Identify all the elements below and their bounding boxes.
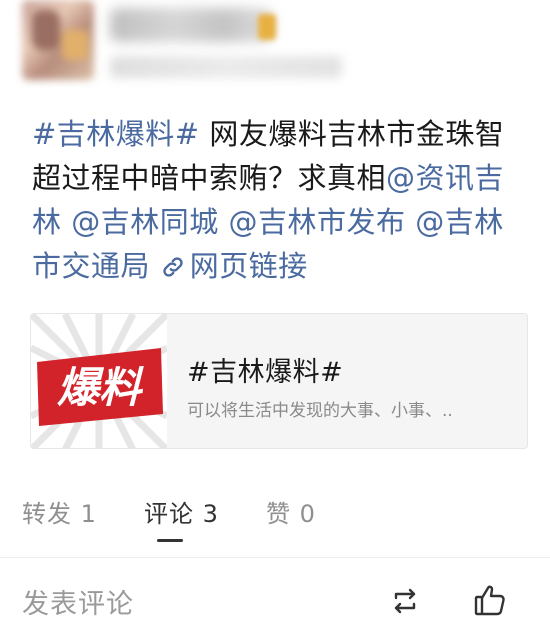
tab-repost[interactable]: 转发 1 <box>22 494 97 529</box>
web-link-label: 网页链接 <box>189 249 308 283</box>
comment-bar: 发表评论 <box>0 568 550 633</box>
repost-icon[interactable] <box>388 584 422 618</box>
thumbnail-text: 爆料 <box>57 363 144 412</box>
thumbs-up-icon[interactable] <box>472 582 508 618</box>
hashtag-link[interactable]: #吉林爆料# <box>32 117 200 151</box>
action-tabs: 转发 1 评论 3 赞 0 <box>0 488 550 548</box>
divider <box>0 557 550 558</box>
comment-input[interactable]: 发表评论 <box>22 582 134 621</box>
post-meta-blurred <box>110 56 342 78</box>
topic-thumbnail: 爆料 <box>31 314 167 448</box>
post-text-segment: 网友爆料吉林市金珠智 <box>199 117 505 151</box>
mention-link[interactable]: @吉林市发布 <box>228 205 405 239</box>
user-badge-blurred <box>258 14 276 40</box>
post-text: #吉林爆料# 网友爆料吉林市金珠智 超过程中暗中索贿？求真相@资讯吉林 @吉林同… <box>32 112 532 288</box>
post-text-segment: 超过程中暗中索贿？求真相 <box>32 161 387 195</box>
topic-title: #吉林爆料# <box>187 357 344 388</box>
tab-like[interactable]: 赞 0 <box>266 494 316 529</box>
topic-description: 可以将生活中发现的大事、小事、.. <box>187 401 453 421</box>
avatar[interactable] <box>22 0 94 80</box>
active-tab-indicator <box>157 539 183 542</box>
username-blurred[interactable] <box>110 8 272 42</box>
post-header <box>0 0 550 100</box>
web-link[interactable]: 网页链接 <box>160 249 308 283</box>
tab-comment[interactable]: 评论 3 <box>144 494 219 529</box>
mention-link[interactable]: @吉林同城 <box>71 205 219 239</box>
topic-card[interactable]: 爆料 #吉林爆料# 可以将生活中发现的大事、小事、.. <box>30 313 528 449</box>
link-icon <box>163 257 183 277</box>
